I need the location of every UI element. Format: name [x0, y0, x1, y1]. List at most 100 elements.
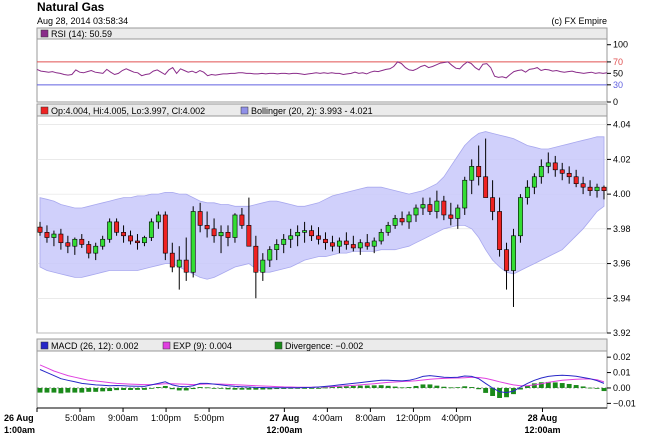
divergence-bar — [211, 387, 217, 389]
candle-body — [72, 238, 78, 247]
candle-body — [490, 197, 496, 212]
divergence-bar — [594, 387, 600, 389]
divergence-bar — [531, 383, 537, 388]
rsi-panel-header — [36, 27, 608, 40]
candle-body — [155, 214, 161, 223]
divergence-bar — [552, 382, 558, 388]
candle-body — [295, 232, 301, 237]
candle-body — [462, 179, 468, 209]
candle-body — [524, 186, 530, 198]
candle-body — [330, 242, 335, 247]
candle-body — [44, 232, 50, 238]
candle-body — [58, 233, 64, 244]
candle-body — [211, 228, 217, 237]
candle-body — [65, 242, 71, 247]
macd-ytick-label: 0.02 — [613, 352, 631, 362]
candle-body — [545, 162, 551, 167]
divergence-bar — [148, 387, 154, 389]
candle-body — [538, 166, 544, 178]
divergence-bar — [469, 387, 475, 388]
divergence-bar — [65, 387, 71, 393]
candle-body — [135, 240, 140, 244]
macd-ytick-label: 0.00 — [613, 383, 631, 393]
rsi-ytick-label: 0 — [613, 97, 618, 107]
x-tick-label: 28 Aug — [528, 413, 558, 423]
stock-chart: 100 7050 30 0 RSI (14): 50.59 4.04 4.02 4.00 3.9… — [4, 27, 636, 435]
candle-body — [364, 242, 370, 247]
candle-body — [316, 235, 321, 240]
divergence-bar — [399, 387, 405, 389]
divergence-bar — [587, 387, 593, 389]
divergence-bar — [176, 387, 182, 391]
macd-legend-1-label: EXP (9): 0.004 — [173, 341, 232, 351]
divergence-bar — [455, 387, 461, 389]
divergence-bar — [302, 387, 308, 389]
divergence-bar — [566, 383, 572, 388]
candle-body — [580, 183, 586, 188]
divergence-bar — [316, 387, 321, 389]
macd-legend-0-label: MACD (26, 12): 0.002 — [51, 341, 139, 351]
candle-body — [190, 211, 196, 273]
divergence-bar — [343, 386, 349, 388]
candle-body — [483, 176, 489, 198]
divergence-bar — [162, 385, 168, 388]
price-ytick-label: 3.96 — [613, 259, 631, 269]
candle-body — [469, 166, 475, 181]
candle-body — [232, 214, 238, 238]
candle-body — [128, 235, 133, 242]
macd-legend-2-swatch — [274, 341, 283, 350]
macd-legend-2-label: Divergence: −0.002 — [285, 341, 363, 351]
divergence-bar — [58, 387, 64, 394]
bollinger-legend-label: Bollinger (20, 2): 3.993 - 4.021 — [251, 106, 373, 116]
divergence-bar — [406, 387, 412, 388]
candle-body — [309, 230, 314, 237]
candle-body — [225, 232, 231, 238]
divergence-bar — [128, 387, 133, 390]
divergence-bar — [155, 387, 161, 388]
candle-body — [121, 232, 126, 237]
candle-body — [93, 245, 99, 254]
candle-body — [274, 244, 280, 250]
candle-body — [455, 207, 461, 219]
candle-body — [420, 204, 426, 209]
macd-legend-1-swatch — [162, 341, 171, 350]
divergence-bar — [330, 387, 335, 388]
candle-body — [392, 218, 398, 226]
divergence-bar — [364, 385, 370, 388]
x-tick-label: 1:00pm — [151, 413, 181, 423]
divergence-bar — [580, 386, 586, 388]
candle-body — [148, 221, 154, 238]
macd-legend-0-swatch — [40, 341, 49, 350]
divergence-bar — [107, 387, 113, 392]
divergence-bar — [169, 387, 175, 390]
candle-body — [176, 259, 182, 268]
divergence-bar — [260, 387, 266, 390]
candle-body — [399, 218, 405, 223]
divergence-bar — [427, 384, 433, 388]
divergence-bar — [197, 387, 203, 388]
x-tick-sublabel: 1:00am — [4, 425, 35, 435]
candle-body — [343, 240, 349, 245]
price-ytick-label: 3.98 — [613, 224, 631, 234]
candle-body — [531, 176, 537, 188]
candle-body — [427, 204, 433, 212]
x-tick-label: 5:00am — [65, 413, 95, 423]
divergence-bar — [385, 385, 391, 388]
divergence-bar — [476, 387, 482, 390]
divergence-bar — [378, 385, 384, 388]
candle-body — [448, 214, 454, 219]
divergence-bar — [420, 384, 426, 388]
divergence-bar — [601, 387, 607, 392]
divergence-bar — [413, 385, 419, 388]
candle-body — [37, 226, 43, 233]
candle-body — [302, 230, 308, 233]
candle-body — [504, 249, 509, 271]
candle-body — [197, 211, 203, 226]
divergence-bar — [350, 385, 356, 388]
divergence-bar — [183, 387, 189, 391]
divergence-bar — [497, 387, 502, 398]
divergence-bar — [232, 387, 238, 390]
candle-body — [566, 172, 572, 178]
divergence-bar — [37, 387, 43, 393]
candle-body — [218, 232, 224, 237]
